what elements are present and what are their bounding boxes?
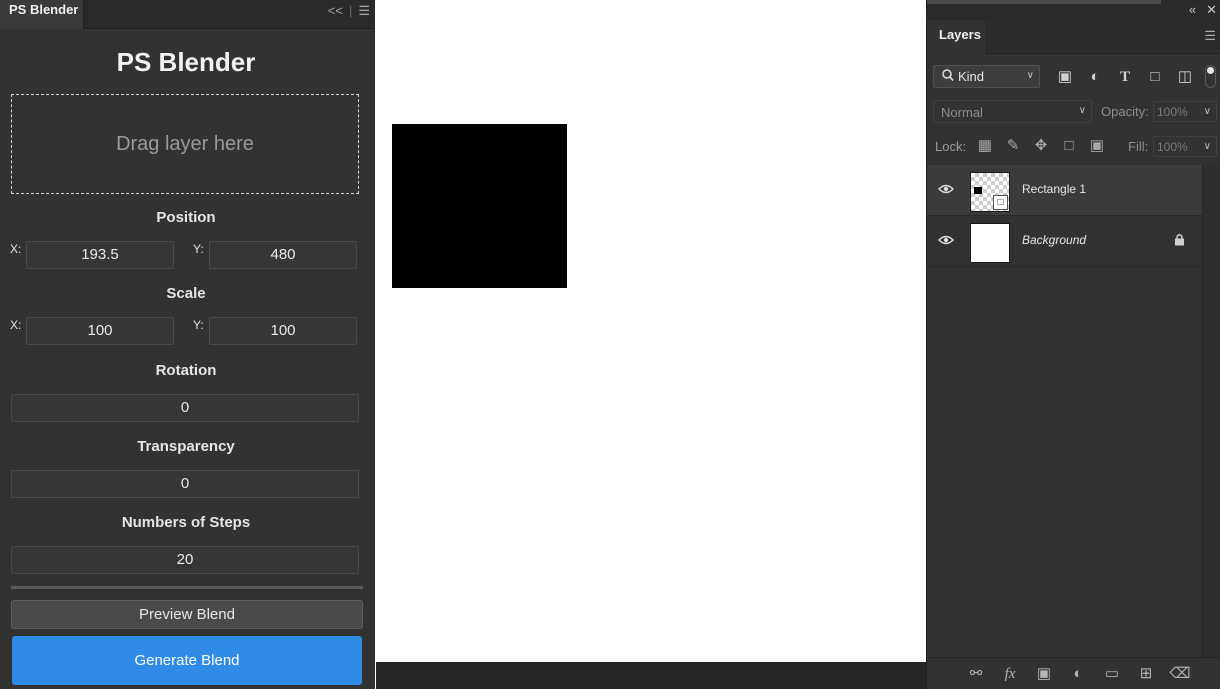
chevron-down-icon: ∨ [1026,70,1034,81]
close-icon[interactable]: ✕ [1206,2,1217,17]
scale-y-input[interactable]: 100 [209,317,357,345]
thumbnail-rect [974,187,982,194]
panel-menu-icon[interactable]: ☰ [358,4,370,18]
document-canvas[interactable] [376,0,926,689]
scale-title: Scale [166,285,206,302]
scale-x-label: X: [10,318,22,332]
transparency-input[interactable]: 0 [11,470,359,498]
blend-mode-value: Normal [941,105,983,120]
add-mask-icon[interactable]: ▣ [1033,664,1055,684]
eye-visibility-icon[interactable] [936,232,956,249]
panel-grip[interactable] [927,0,1161,4]
steps-input[interactable]: 20 [11,546,359,574]
lock-position-icon[interactable]: ✥ [1031,136,1051,156]
rotation-title: Rotation [155,362,217,379]
ps-blender-panel: PS Blender << | ☰ PS Blender Drag layer … [0,0,375,689]
filter-kind-select[interactable]: Kind ∨ [933,65,1040,88]
lock-label: Lock: [935,139,967,154]
opacity-value: 100% [1157,105,1188,119]
image-filter-icon[interactable]: ▣ [1055,67,1075,87]
layers-scrollbar[interactable] [1202,165,1220,662]
delete-layer-icon[interactable]: ⌫ [1169,664,1191,684]
canvas-status-strip [376,662,926,689]
layer-thumbnail: □ [970,172,1010,212]
layer-name[interactable]: Rectangle 1 [1022,182,1086,196]
lock-transparent-pixels-icon[interactable]: ▦ [975,136,995,156]
layers-menu-icon[interactable]: ☰ [1204,28,1216,44]
shape-filter-icon[interactable]: □ [1145,67,1165,87]
layers-tab-bar: Layers ☰ [927,20,1220,54]
tab-separator: | [348,3,353,18]
position-title: Position [156,209,216,226]
opacity-label: Opacity: [1101,104,1149,119]
search-icon [942,68,954,85]
layers-footer-toolbar: ⚯ fx ▣ ◐ ▭ ⊞ ⌫ [927,657,1220,689]
tab-layers[interactable]: Layers [927,20,985,54]
scale-x-input[interactable]: 100 [26,317,174,345]
chevron-down-icon: ∨ [1203,106,1211,117]
fx-icon[interactable]: fx [999,664,1021,684]
collapse-panel-icon[interactable]: << [328,4,343,18]
layers-list: □ Rectangle 1 Background [927,165,1202,267]
layer-drop-zone[interactable]: Drag layer here [11,94,359,194]
collapse-icon[interactable]: « [1189,2,1196,17]
canvas-rectangle-shape[interactable] [392,124,567,288]
fill-value: 100% [1157,140,1188,154]
filter-toggle-switch[interactable] [1205,65,1216,88]
link-layers-icon[interactable]: ⚯ [965,664,987,684]
rotation-input[interactable]: 0 [11,394,359,422]
filter-kind-label: Kind [958,69,985,84]
blender-panel-tab[interactable]: PS Blender [0,0,84,29]
layers-panel-title-strip: « ✕ [927,0,1220,20]
layer-row-background[interactable]: Background [927,216,1202,267]
layer-row-rectangle-1[interactable]: □ Rectangle 1 [927,165,1202,216]
fill-input[interactable]: 100% ∨ [1153,136,1217,157]
layer-name[interactable]: Background [1022,233,1086,247]
lock-all-icon[interactable]: ▣ [1087,136,1107,156]
new-layer-icon[interactable]: ⊞ [1135,664,1157,684]
blender-heading: PS Blender [116,47,256,77]
layer-thumbnail [970,223,1010,263]
shape-layer-icon: □ [993,195,1008,210]
blend-mode-select[interactable]: Normal ∨ [933,100,1092,123]
adjustment-layer-icon[interactable]: ◐ [1067,664,1089,684]
transparency-title: Transparency [137,438,235,455]
chevron-down-icon: ∨ [1203,141,1211,152]
chevron-down-icon: ∨ [1078,105,1086,116]
lock-icon [1174,233,1185,249]
lock-image-pixels-icon[interactable]: ✎ [1003,136,1023,156]
position-y-label: Y: [193,242,204,256]
position-y-input[interactable]: 480 [209,241,357,269]
steps-title: Numbers of Steps [121,514,251,531]
lock-artboard-icon[interactable]: □ [1059,136,1079,156]
drop-zone-label: Drag layer here [116,132,254,155]
adjustment-filter-icon[interactable]: ◐ [1085,67,1105,87]
generate-blend-button[interactable]: Generate Blend [12,636,362,685]
type-filter-icon[interactable]: T [1115,67,1135,87]
position-x-label: X: [10,242,22,256]
scale-y-label: Y: [193,318,204,332]
opacity-input[interactable]: 100% ∨ [1153,101,1217,122]
fill-label: Fill: [1128,139,1149,154]
eye-visibility-icon[interactable] [936,181,956,198]
group-folder-icon[interactable]: ▭ [1101,664,1123,684]
blender-tab-bar: PS Blender << | ☰ [0,0,375,29]
layers-panel: « ✕ Layers ☰ Kind ∨ ▣ ◐ T □ ◫ Normal ∨ O… [926,0,1220,689]
smart-object-filter-icon[interactable]: ◫ [1175,67,1195,87]
section-divider [11,586,363,589]
position-x-input[interactable]: 193.5 [26,241,174,269]
preview-blend-button[interactable]: Preview Blend [11,600,363,629]
